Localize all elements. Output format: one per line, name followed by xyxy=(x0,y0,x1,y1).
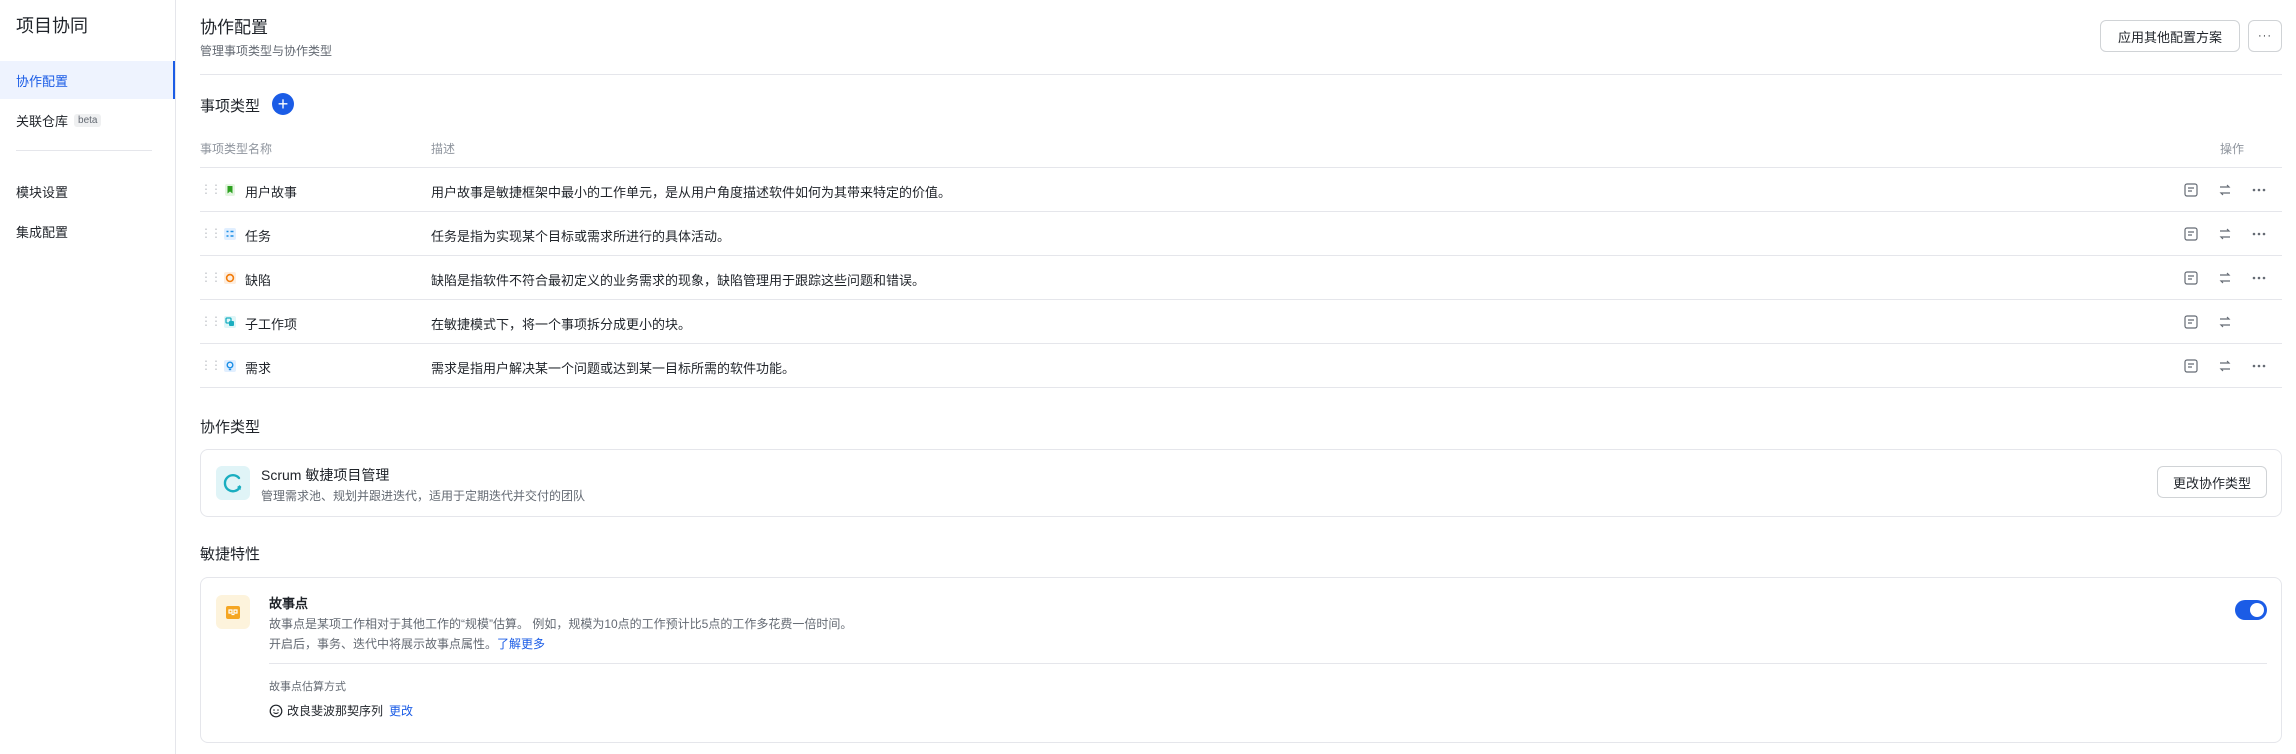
edit-fields-icon[interactable] xyxy=(2182,181,2200,199)
table-header: 事项类型名称 描述 操作 xyxy=(200,130,2282,168)
sidebar-item-integration[interactable]: 集成配置 xyxy=(0,212,175,250)
table-row[interactable]: ⋮⋮ 子工作项 在敏捷模式下，将一个事项拆分成更小的块。 xyxy=(200,300,2282,344)
workflow-icon[interactable] xyxy=(2216,181,2234,199)
story-points-card: 故事点 故事点是某项工作相对于其他工作的“规模”估算。 例如，规模为10点的工作… xyxy=(200,577,2282,743)
table-row[interactable]: ⋮⋮ 缺陷 缺陷是指软件不符合最初定义的业务需求的现象，缺陷管理用于跟踪这些问题… xyxy=(200,256,2282,300)
collab-type-card: Scrum 敏捷项目管理 管理需求池、规划并跟进迭代，适用于定期迭代并交付的团队… xyxy=(200,449,2282,517)
more-horizontal-icon[interactable] xyxy=(2250,181,2268,199)
edit-fields-icon[interactable] xyxy=(2182,225,2200,243)
agile-features-title: 敏捷特性 xyxy=(200,546,261,563)
col-header-ops: 操作 xyxy=(2219,142,2244,156)
card-divider xyxy=(269,663,2267,664)
item-type-desc: 在敏捷模式下，将一个事项拆分成更小的块。 xyxy=(431,317,692,332)
col-header-desc: 描述 xyxy=(431,142,456,156)
item-type-name[interactable]: 缺陷 xyxy=(245,270,271,289)
item-type-name[interactable]: 需求 xyxy=(245,358,271,377)
change-method-link[interactable]: 更改 xyxy=(389,702,413,719)
workflow-icon[interactable] xyxy=(2216,269,2234,287)
item-type-name[interactable]: 用户故事 xyxy=(245,182,297,201)
drag-handle-icon[interactable]: ⋮⋮ xyxy=(200,358,222,372)
story-points-toggle[interactable] xyxy=(2235,600,2267,620)
bookmark-icon xyxy=(225,184,235,196)
story-points-icon xyxy=(216,595,250,629)
header-divider xyxy=(200,74,2282,75)
edit-fields-icon[interactable] xyxy=(2182,313,2200,331)
more-horizontal-icon[interactable] xyxy=(2250,357,2268,375)
table-row[interactable]: ⋮⋮ 需求 需求是指用户解决某一个问题或达到某一目标所需的软件功能。 xyxy=(200,344,2282,388)
item-types-table: 事项类型名称 描述 操作 ⋮⋮ 用户故事 用户故事是敏捷框架中最小的工作单元，是… xyxy=(200,130,2282,388)
scrum-icon xyxy=(216,466,250,500)
workflow-icon[interactable] xyxy=(2216,313,2234,331)
more-horizontal-icon[interactable] xyxy=(2250,225,2268,243)
lightbulb-icon xyxy=(224,360,236,372)
page-title: 协作配置 xyxy=(200,18,268,37)
item-type-desc: 缺陷是指软件不符合最初定义的业务需求的现象，缺陷管理用于跟踪这些问题和错误。 xyxy=(431,273,926,288)
sidebar-item-label: 关联仓库 xyxy=(16,113,69,129)
item-type-name[interactable]: 子工作项 xyxy=(245,314,297,333)
beta-badge: beta xyxy=(74,113,102,127)
workflow-icon[interactable] xyxy=(2216,225,2234,243)
main-content: 协作配置 管理事项类型与协作类型 应用其他配置方案 ··· 事项类型 + 事项类… xyxy=(176,0,2296,754)
item-type-desc: 任务是指为实现某个目标或需求所进行的具体活动。 xyxy=(431,229,731,244)
sidebar-item-module-settings[interactable]: 模块设置 xyxy=(0,172,175,210)
more-button[interactable]: ··· xyxy=(2248,20,2282,52)
sidebar-title: 项目协同 xyxy=(16,16,88,36)
story-points-desc: 故事点是某项工作相对于其他工作的“规模”估算。 例如，规模为10点的工作预计比5… xyxy=(269,617,853,631)
apply-other-config-button[interactable]: 应用其他配置方案 xyxy=(2100,20,2240,52)
collab-type-desc: 管理需求池、规划并跟进迭代，适用于定期迭代并交付的团队 xyxy=(261,489,586,503)
edit-fields-icon[interactable] xyxy=(2182,269,2200,287)
collab-type-name: Scrum 敏捷项目管理 xyxy=(261,467,390,483)
estimation-method-value: 改良斐波那契序列 xyxy=(287,704,384,718)
workflow-icon[interactable] xyxy=(2216,357,2234,375)
story-points-title: 故事点 xyxy=(269,596,309,611)
col-header-name: 事项类型名称 xyxy=(200,142,273,156)
item-types-title: 事项类型 xyxy=(200,98,261,115)
item-type-desc: 用户故事是敏捷框架中最小的工作单元，是从用户角度描述软件如何为其带来特定的价值。 xyxy=(431,185,952,200)
plus-icon: + xyxy=(277,94,289,114)
drag-handle-icon[interactable]: ⋮⋮ xyxy=(200,226,222,240)
story-points-note-text: 开启后，事务、迭代中将展示故事点属性。 xyxy=(269,637,498,651)
estimation-method-label: 故事点估算方式 xyxy=(269,681,346,693)
sidebar-item-linked-repo[interactable]: 关联仓库 beta xyxy=(0,101,175,139)
item-type-name[interactable]: 任务 xyxy=(245,226,271,245)
table-row[interactable]: ⋮⋮ 任务 任务是指为实现某个目标或需求所进行的具体活动。 xyxy=(200,212,2282,256)
story-points-note: 开启后，事务、迭代中将展示故事点属性。了解更多 xyxy=(269,635,545,652)
more-horizontal-icon[interactable] xyxy=(2250,269,2268,287)
drag-handle-icon[interactable]: ⋮⋮ xyxy=(200,314,222,328)
page-subtitle: 管理事项类型与协作类型 xyxy=(200,44,333,58)
estimation-method-row: 改良斐波那契序列 更改 xyxy=(269,702,413,719)
add-item-type-button[interactable]: + xyxy=(272,93,294,115)
sidebar-item-collab-config[interactable]: 协作配置 xyxy=(0,61,175,99)
sidebar: 项目协同 协作配置 关联仓库 beta 模块设置 集成配置 xyxy=(0,0,176,754)
drag-handle-icon[interactable]: ⋮⋮ xyxy=(200,270,222,284)
change-collab-type-button[interactable]: 更改协作类型 xyxy=(2157,466,2267,498)
sidebar-item-label: 协作配置 xyxy=(16,73,69,89)
checklist-icon xyxy=(224,228,236,240)
drag-handle-icon[interactable]: ⋮⋮ xyxy=(200,182,222,196)
collab-type-title: 协作类型 xyxy=(200,419,261,436)
sidebar-divider xyxy=(16,150,152,151)
bug-circle-icon xyxy=(224,272,236,284)
table-row[interactable]: ⋮⋮ 用户故事 用户故事是敏捷框架中最小的工作单元，是从用户角度描述软件如何为其… xyxy=(200,168,2282,212)
sub-item-icon xyxy=(224,316,236,328)
learn-more-link[interactable]: 了解更多 xyxy=(497,637,545,651)
item-type-desc: 需求是指用户解决某一个问题或达到某一目标所需的软件功能。 xyxy=(431,361,796,376)
sidebar-item-label: 集成配置 xyxy=(16,224,69,240)
edit-fields-icon[interactable] xyxy=(2182,357,2200,375)
smile-icon xyxy=(269,704,283,717)
sidebar-item-label: 模块设置 xyxy=(16,184,69,200)
